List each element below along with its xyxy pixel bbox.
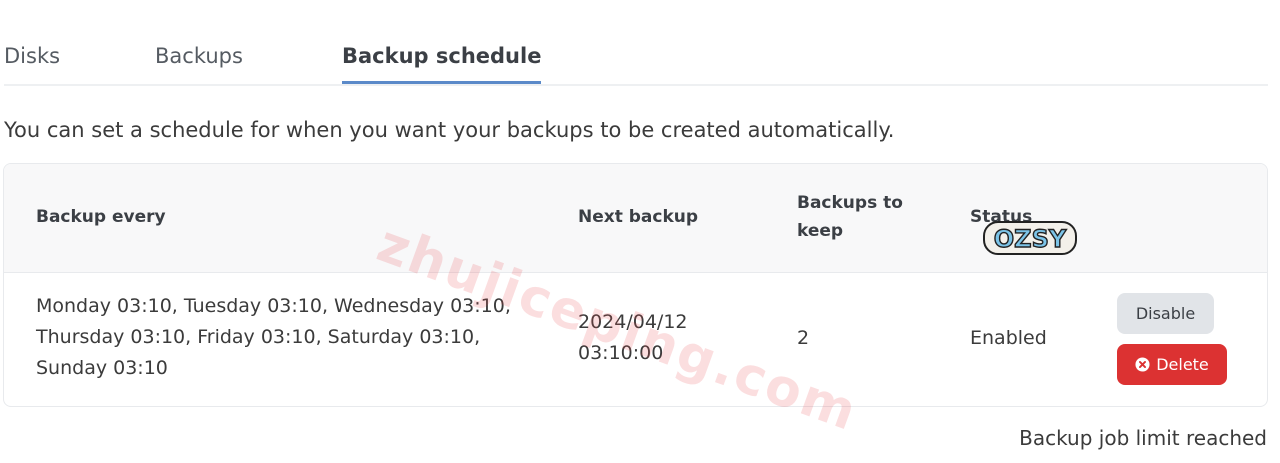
delete-button-label: Delete <box>1156 355 1209 374</box>
header-backups-to-keep: Backups to keep <box>797 193 903 241</box>
cell-backups-to-keep: 2 <box>797 327 810 349</box>
header-status: Status <box>970 207 1033 227</box>
backup-schedule-page: Disks Backups Backup schedule You can se… <box>0 0 1280 463</box>
tab-backup-schedule[interactable]: Backup schedule <box>342 42 542 84</box>
job-limit-note: Backup job limit reached <box>1019 426 1267 450</box>
delete-button[interactable]: Delete <box>1117 344 1227 385</box>
close-circle-icon <box>1135 357 1150 372</box>
intro-text: You can set a schedule for when you want… <box>4 118 895 142</box>
tab-disks[interactable]: Disks <box>4 42 60 84</box>
header-backup-every: Backup every <box>36 207 166 227</box>
tab-bar: Disks Backups Backup schedule <box>4 0 1268 86</box>
cell-next-backup: 2024/04/12 03:10:00 <box>578 311 688 364</box>
cell-backup-every: Monday 03:10, Tuesday 03:10, Wednesday 0… <box>36 295 511 379</box>
header-next-backup: Next backup <box>578 207 699 227</box>
table-header: Backup every Next backup Backups to keep… <box>4 164 1267 273</box>
schedule-table: Backup every Next backup Backups to keep… <box>3 163 1268 407</box>
disable-button[interactable]: Disable <box>1117 293 1214 334</box>
tab-backups[interactable]: Backups <box>155 42 243 84</box>
cell-status: Enabled <box>970 327 1047 349</box>
